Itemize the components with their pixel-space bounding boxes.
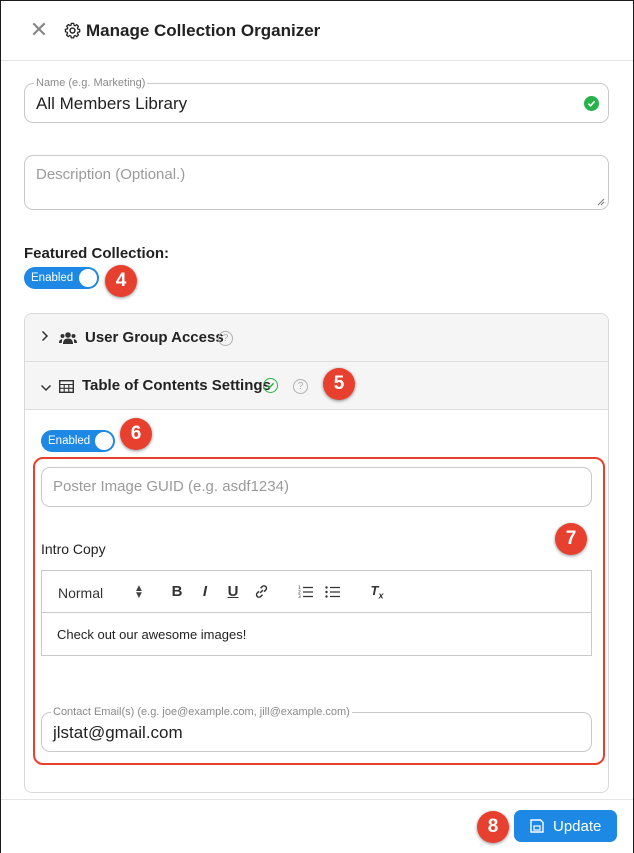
clear-format-icon[interactable]: Tx xyxy=(368,583,386,601)
save-icon xyxy=(530,819,544,833)
toc-settings-title: Table of Contents Settings xyxy=(82,377,271,394)
editor-toolbar: Normal ▲ ▼ B I U 1 2 3 Tx xyxy=(42,571,591,613)
select-arrows-icon: ▲ ▼ xyxy=(134,583,144,601)
bold-button[interactable]: B xyxy=(170,583,184,601)
name-field-value: All Members Library xyxy=(36,94,188,113)
toc-enabled-toggle[interactable]: Enabled xyxy=(41,430,115,452)
help-icon[interactable]: ? xyxy=(218,331,233,346)
user-group-access-title: User Group Access xyxy=(85,329,224,346)
toggle-knob xyxy=(79,269,97,287)
table-icon xyxy=(59,380,74,393)
chevron-right-icon xyxy=(41,330,49,345)
italic-button[interactable]: I xyxy=(199,583,211,601)
description-placeholder: Description (Optional.) xyxy=(36,166,186,183)
editor-content[interactable]: Check out our awesome images! xyxy=(57,627,246,642)
poster-image-guid-field[interactable]: Poster Image GUID (e.g. asdf1234) xyxy=(41,467,592,507)
link-icon[interactable] xyxy=(253,583,269,601)
svg-text:3: 3 xyxy=(298,594,301,599)
contact-email-value: jlstat@gmail.com xyxy=(53,723,183,742)
contact-email-field[interactable]: Contact Email(s) (e.g. joe@example.com, … xyxy=(41,706,592,752)
underline-button[interactable]: U xyxy=(226,583,240,601)
name-field[interactable]: Name (e.g. Marketing) All Members Librar… xyxy=(24,77,609,123)
accordion-user-group-access[interactable]: User Group Access ? xyxy=(25,314,608,362)
featured-toggle[interactable]: Enabled xyxy=(24,267,99,289)
toc-toggle-label: Enabled xyxy=(48,435,91,447)
modal-dialog: ✕ Manage Collection Organizer Name (e.g.… xyxy=(0,0,634,853)
featured-toggle-label: Enabled xyxy=(31,272,74,284)
resize-grip-icon[interactable] xyxy=(597,198,605,206)
toggle-knob xyxy=(95,432,113,450)
check-circle-icon xyxy=(584,96,599,111)
help-icon[interactable]: ? xyxy=(293,379,308,394)
intro-copy-editor: Normal ▲ ▼ B I U 1 2 3 Tx Check out our … xyxy=(41,570,592,656)
intro-copy-label: Intro Copy xyxy=(41,541,106,557)
ordered-list-icon[interactable]: 1 2 3 xyxy=(297,583,313,601)
step-badge-7: 7 xyxy=(555,523,587,555)
modal-title: Manage Collection Organizer xyxy=(86,21,321,40)
check-circle-icon xyxy=(263,378,278,393)
update-button[interactable]: Update xyxy=(514,810,617,842)
update-button-label: Update xyxy=(553,818,602,835)
format-select[interactable]: Normal xyxy=(58,585,103,601)
description-field[interactable]: Description (Optional.) xyxy=(24,155,609,210)
users-icon xyxy=(59,332,77,344)
step-badge-6: 6 xyxy=(120,418,152,450)
poster-image-guid-placeholder: Poster Image GUID (e.g. asdf1234) xyxy=(53,478,289,495)
step-badge-4: 4 xyxy=(105,265,137,297)
featured-collection-label: Featured Collection: xyxy=(24,245,170,262)
step-badge-8: 8 xyxy=(477,811,509,843)
contact-email-label: Contact Email(s) (e.g. joe@example.com, … xyxy=(51,706,352,719)
step-badge-5: 5 xyxy=(323,368,355,400)
bullet-list-icon[interactable] xyxy=(324,583,340,601)
chevron-down-icon xyxy=(40,380,52,395)
modal-header: ✕ Manage Collection Organizer xyxy=(1,1,633,61)
accordion-table-of-contents[interactable]: Table of Contents Settings ? xyxy=(25,362,608,410)
close-icon[interactable]: ✕ xyxy=(29,19,49,41)
gear-icon xyxy=(64,22,81,39)
name-field-label: Name (e.g. Marketing) xyxy=(34,77,148,90)
